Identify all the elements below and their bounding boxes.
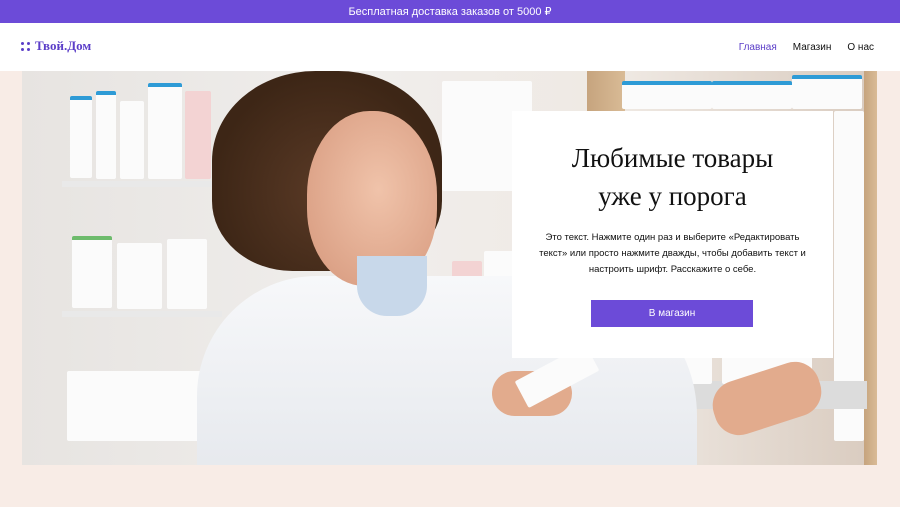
- logo[interactable]: Твой.Дом: [21, 38, 91, 54]
- product-box: [117, 243, 162, 309]
- hero-title: Любимые товары уже у порога: [571, 143, 774, 211]
- hero-card: Любимые товары уже у порога Это текст. Н…: [512, 111, 833, 358]
- shelf: [62, 311, 222, 317]
- logo-text: Твой.Дом: [35, 38, 92, 53]
- product-box: [96, 91, 116, 179]
- product-box: [167, 239, 207, 309]
- product-box: [72, 236, 112, 308]
- pharmacist-collar: [357, 256, 427, 316]
- product-box: [185, 91, 211, 179]
- nav-link-shop[interactable]: Магазин: [793, 42, 832, 53]
- promo-text: Бесплатная доставка заказов от 5000 ₽: [348, 6, 552, 18]
- product-box: [712, 81, 792, 109]
- hero-text: Это текст. Нажмите один раз и выберите «…: [539, 232, 806, 275]
- shop-button[interactable]: В магазин: [591, 300, 753, 327]
- nav-link-about[interactable]: О нас: [847, 42, 874, 53]
- shelf: [62, 181, 222, 187]
- site-header: Твой.Дом Главная Магазин О нас: [0, 23, 900, 71]
- product-box: [148, 83, 182, 179]
- shop-button-label: В магазин: [648, 308, 696, 319]
- promo-bar: Бесплатная доставка заказов от 5000 ₽: [0, 0, 900, 23]
- nav-link-home[interactable]: Главная: [739, 42, 777, 53]
- product-box: [120, 101, 144, 179]
- product-box: [622, 81, 712, 109]
- product-box: [70, 96, 92, 178]
- product-box: [67, 371, 207, 441]
- four-dots-icon: [21, 41, 30, 51]
- main-nav: Главная Магазин О нас: [739, 23, 874, 71]
- product-box: [792, 75, 862, 109]
